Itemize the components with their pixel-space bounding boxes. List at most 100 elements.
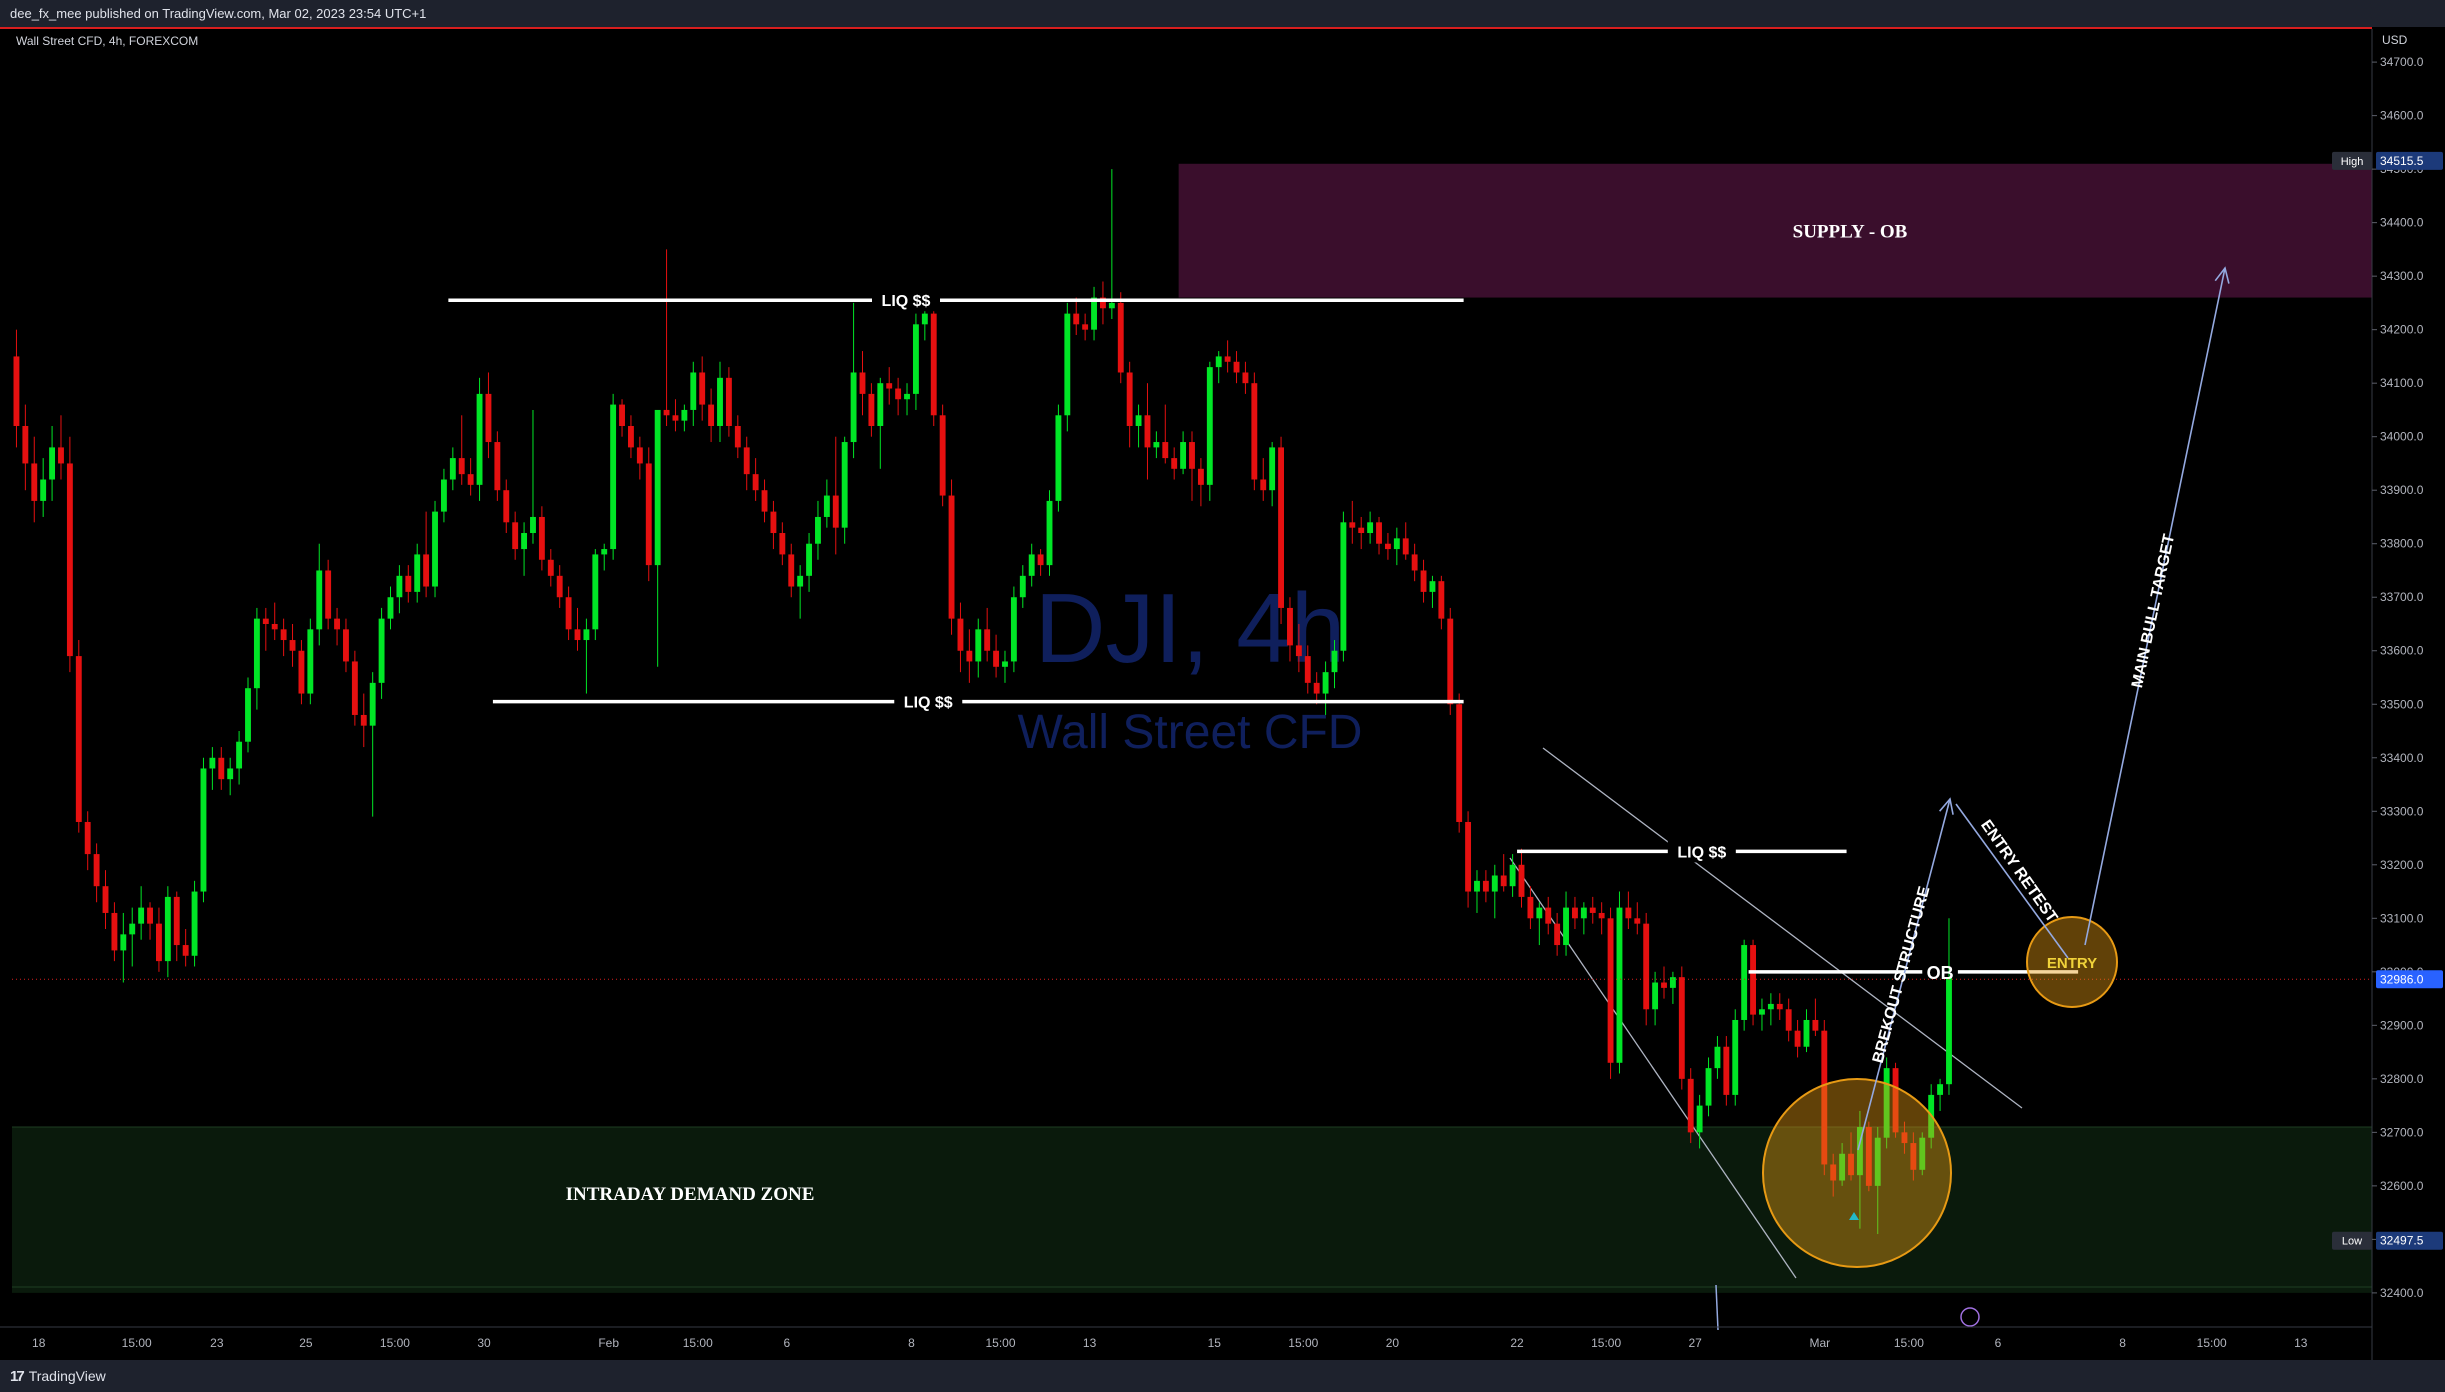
candle-body xyxy=(512,522,519,550)
candle-body xyxy=(850,372,857,443)
candle-body xyxy=(797,575,804,587)
time-tick-label: Feb xyxy=(598,1336,619,1350)
candle-body xyxy=(369,682,376,726)
candle-body xyxy=(1269,447,1276,491)
candle-body xyxy=(1616,907,1623,1063)
candle-body xyxy=(111,912,118,951)
candle xyxy=(1625,891,1632,930)
candle-body xyxy=(1465,821,1472,892)
price-tick-label: 34600.0 xyxy=(2380,109,2424,123)
candle-body xyxy=(343,629,349,662)
candle-body xyxy=(396,575,403,598)
candle-body xyxy=(1500,875,1507,887)
candle-body xyxy=(1625,907,1632,919)
candle xyxy=(245,677,251,753)
candle-body xyxy=(164,896,171,962)
time-tick-label: 13 xyxy=(2294,1336,2308,1350)
candle-body xyxy=(405,575,412,592)
candle xyxy=(31,436,38,523)
candle-body xyxy=(1634,918,1641,924)
candle xyxy=(1438,575,1445,630)
time-tick-label: 18 xyxy=(32,1336,46,1350)
candle-body xyxy=(1527,896,1534,919)
flash-icon xyxy=(1960,1307,1980,1327)
candle-body xyxy=(1037,554,1044,566)
candle xyxy=(868,383,875,437)
demand-zone xyxy=(12,1127,2372,1293)
candle-body xyxy=(432,511,438,587)
candle xyxy=(797,565,804,619)
candle xyxy=(1589,896,1596,924)
candle-body xyxy=(1803,1019,1810,1047)
tradingview-logo[interactable]: 17 TradingView xyxy=(10,1366,106,1387)
candle-body xyxy=(1082,324,1089,330)
time-tick-label: 15:00 xyxy=(1591,1336,1621,1350)
candle-body xyxy=(1180,442,1187,469)
candle-body xyxy=(1411,554,1418,571)
candle-body xyxy=(1064,313,1071,416)
time-tick-label: 20 xyxy=(1386,1336,1400,1350)
candle-body xyxy=(307,629,314,694)
candle xyxy=(984,607,991,662)
time-tick-label: 27 xyxy=(1688,1336,1702,1350)
candle xyxy=(200,757,207,903)
zones-layer: DJI, 4hWall Street CFDSUPPLY - OBINTRADA… xyxy=(12,163,2372,1293)
candle xyxy=(823,479,830,528)
candle xyxy=(1108,169,1115,319)
candle-body xyxy=(1144,415,1151,448)
high-price-tag: 34515.5 xyxy=(2380,154,2424,168)
candle xyxy=(904,383,910,416)
watermark-name: Wall Street CFD xyxy=(1018,706,1363,759)
candle xyxy=(592,549,599,641)
candle-body xyxy=(147,907,153,924)
price-tick-label: 33500.0 xyxy=(2380,697,2424,711)
candle-body xyxy=(1376,522,1382,544)
time-tick-label: 30 xyxy=(477,1336,491,1350)
candle xyxy=(458,415,465,485)
candle-body xyxy=(1420,570,1427,592)
candle-body xyxy=(138,907,145,924)
candle-body xyxy=(1589,907,1596,913)
candle xyxy=(485,372,492,459)
time-tick-label: 15 xyxy=(1208,1336,1222,1350)
footer-bar: 17 TradingView xyxy=(0,1360,2445,1392)
candle-body xyxy=(1002,661,1008,667)
candle-body xyxy=(574,629,581,641)
candle-body xyxy=(1794,1030,1801,1047)
candle xyxy=(1367,511,1374,544)
candle xyxy=(1224,340,1231,373)
time-tick-label: 6 xyxy=(1995,1336,2002,1350)
candle-body xyxy=(485,393,492,443)
candle-body xyxy=(788,554,795,587)
retest-line xyxy=(1955,803,2069,959)
candle-body xyxy=(1108,302,1115,309)
candle xyxy=(1518,848,1525,908)
candle-body xyxy=(1384,543,1391,550)
candle xyxy=(1269,442,1276,507)
candle-body xyxy=(538,516,545,560)
candle-body xyxy=(1073,313,1080,325)
candle-body xyxy=(921,313,928,325)
candle-body xyxy=(1091,297,1097,330)
candle-body xyxy=(859,372,866,394)
candle-body xyxy=(66,463,73,657)
time-tick-label: 15:00 xyxy=(683,1336,713,1350)
candle xyxy=(405,565,412,603)
candle-body xyxy=(1233,361,1240,373)
candle-body xyxy=(1162,442,1169,459)
candle xyxy=(93,843,100,903)
candle xyxy=(1153,431,1160,459)
candle-body xyxy=(717,377,723,426)
candle xyxy=(1500,854,1507,892)
candle-body xyxy=(262,618,269,624)
price-tick-label: 34700.0 xyxy=(2380,55,2424,69)
candle-body xyxy=(22,425,29,464)
candle-body xyxy=(628,425,634,448)
candlestick-chart[interactable]: DJI, 4hWall Street CFDSUPPLY - OBINTRADA… xyxy=(0,0,2445,1360)
candle-body xyxy=(1242,372,1249,384)
time-tick-label: 22 xyxy=(1510,1336,1524,1350)
candle-body xyxy=(200,768,207,892)
candle xyxy=(102,870,109,930)
candle-body xyxy=(1010,597,1017,662)
time-tick-label: 15:00 xyxy=(380,1336,410,1350)
